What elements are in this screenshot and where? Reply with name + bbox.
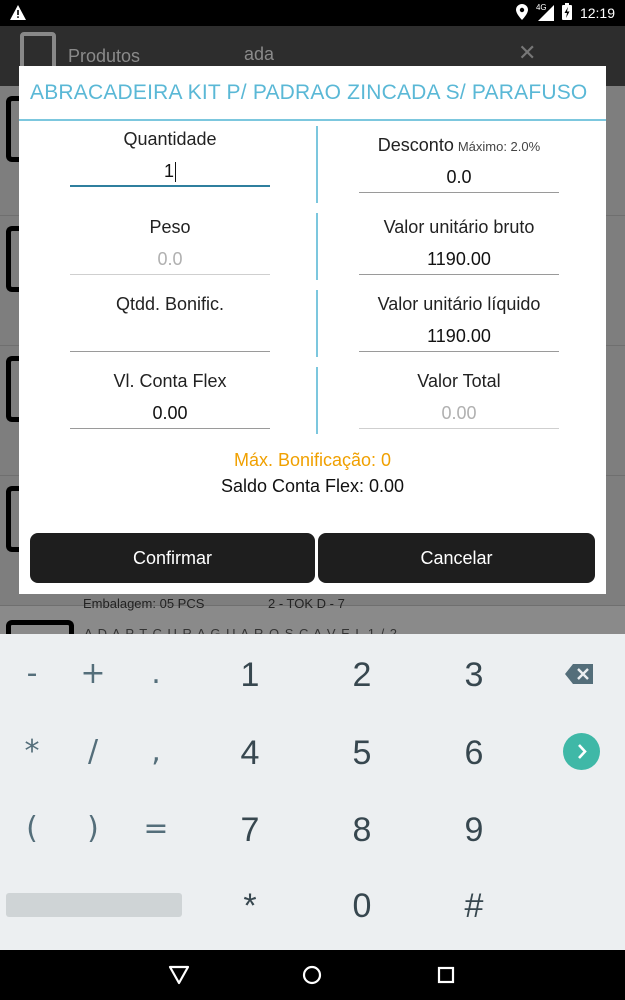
key-minus[interactable]: -: [12, 656, 52, 691]
key-slash[interactable]: /: [73, 734, 113, 769]
key-plus[interactable]: +: [73, 656, 113, 691]
key-4[interactable]: 4: [220, 734, 280, 773]
key-open-paren[interactable]: (: [12, 811, 52, 846]
key-1[interactable]: 1: [220, 656, 280, 695]
valor-unitario-bruto-label: Valor unitário bruto: [383, 217, 535, 237]
qtdd-bonific-label: Qtdd. Bonific.: [115, 294, 225, 314]
search-text[interactable]: ada: [244, 44, 274, 65]
key-hash[interactable]: #: [444, 887, 504, 926]
key-0[interactable]: 0: [332, 887, 392, 926]
saldo-conta-flex-text: Saldo Conta Flex: 0.00: [220, 476, 405, 496]
packaging-text: Embalagem: 05 PCS: [83, 596, 205, 611]
toolbar-title: Produtos: [68, 46, 141, 66]
text-caret: [175, 162, 176, 183]
valor-total-input: 0.00: [359, 399, 559, 429]
key-8[interactable]: 8: [332, 811, 392, 850]
cancel-button[interactable]: Cancelar: [318, 533, 595, 583]
qtdd-bonific-input[interactable]: [70, 322, 270, 352]
column-divider: [316, 290, 318, 357]
title-divider: [19, 119, 606, 121]
warning-icon: [10, 5, 26, 25]
key-star[interactable]: *: [220, 887, 280, 926]
recents-icon[interactable]: [437, 966, 455, 989]
key-equals[interactable]: =: [136, 811, 176, 846]
confirm-button[interactable]: Confirmar: [30, 533, 315, 583]
key-asterisk[interactable]: *: [12, 734, 52, 769]
product-dialog: ABRACADEIRA KIT P/ PADRAO ZINCADA S/ PAR…: [19, 66, 606, 594]
key-9[interactable]: 9: [444, 811, 504, 850]
max-bonificacao-text: Máx. Bonificação: 0: [233, 450, 392, 470]
valor-unitario-bruto-input[interactable]: 1190.00: [359, 245, 559, 275]
key-3[interactable]: 3: [444, 656, 504, 695]
peso-input: 0.0: [70, 245, 270, 275]
dialog-title: ABRACADEIRA KIT P/ PADRAO ZINCADA S/ PAR…: [30, 81, 588, 104]
desconto-input[interactable]: 0.0: [359, 163, 559, 193]
quantidade-input[interactable]: 1: [70, 157, 270, 187]
vl-conta-flex-input[interactable]: 0.00: [70, 399, 270, 429]
key-period[interactable]: .: [136, 656, 176, 691]
key-comma[interactable]: ,: [136, 734, 176, 769]
status-bar: 4G 12:19: [0, 0, 625, 26]
column-divider: [316, 213, 318, 280]
vl-conta-flex-label: Vl. Conta Flex: [113, 371, 227, 391]
valor-unitario-liquido-input[interactable]: 1190.00: [359, 322, 559, 352]
key-7[interactable]: 7: [220, 811, 280, 850]
peso-label: Peso: [149, 217, 191, 237]
key-close-paren[interactable]: ): [73, 811, 113, 846]
location-text: 2 - TOK D - 7: [268, 596, 345, 611]
desconto-label-group: Desconto Máximo: 2.0%: [359, 135, 559, 156]
quantidade-label: Quantidade: [123, 129, 217, 149]
numeric-keyboard: - + . 1 2 3 * / , 4 5 6 ( ) = 7 8 9 * 0 …: [0, 634, 625, 950]
location-icon: [515, 3, 528, 23]
navigation-bar: [0, 950, 625, 1000]
signal-icon: 4G: [536, 3, 554, 21]
valor-total-label: Valor Total: [417, 371, 501, 391]
next-arrow-icon[interactable]: [563, 733, 600, 770]
quantidade-value: 1: [163, 161, 174, 181]
back-icon[interactable]: [168, 965, 190, 990]
product-name-partial: A D A P T C U R A G U A R O S C A V E L …: [84, 626, 399, 634]
valor-unitario-liquido-label: Valor unitário líquido: [377, 294, 541, 314]
backspace-icon[interactable]: [565, 664, 593, 688]
close-icon[interactable]: ✕: [518, 40, 536, 66]
desconto-max: Máximo: 2.0%: [457, 139, 541, 154]
battery-icon: [561, 3, 572, 23]
column-divider: [316, 126, 318, 203]
space-key[interactable]: [6, 893, 182, 917]
key-6[interactable]: 6: [444, 734, 504, 773]
key-2[interactable]: 2: [332, 656, 392, 695]
desconto-label: Desconto: [377, 135, 454, 155]
product-thumbnail: [6, 620, 74, 634]
clock: 12:19: [579, 5, 615, 21]
column-divider: [316, 367, 318, 434]
key-5[interactable]: 5: [332, 734, 392, 773]
home-icon[interactable]: [302, 965, 322, 990]
